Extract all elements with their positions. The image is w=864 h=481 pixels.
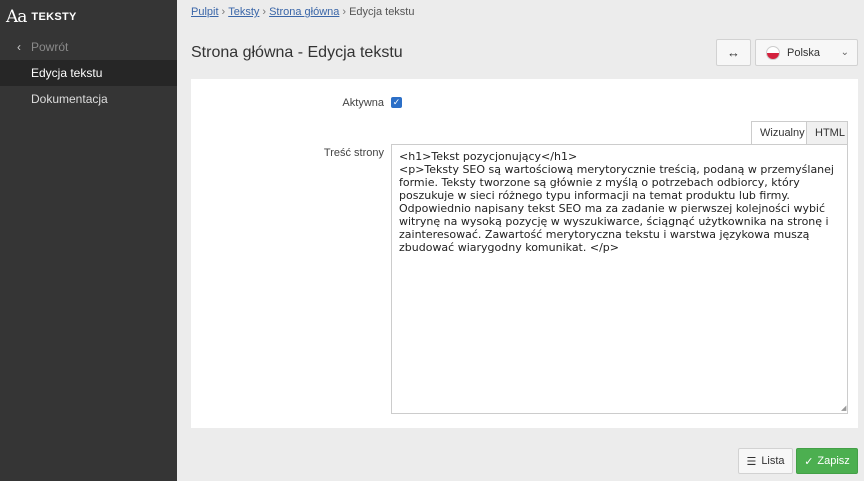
content-textarea[interactable]: <h1>Tekst pozycjonujący</h1> <p>Teksty S… [391, 144, 848, 414]
list-icon: ☰ [746, 455, 757, 468]
breadcrumb-separator: › [221, 6, 226, 18]
breadcrumb-link-pulpit[interactable]: Pulpit [191, 6, 219, 18]
check-icon: ✓ [804, 455, 814, 468]
chevron-left-icon: ‹ [17, 40, 21, 54]
active-checkbox[interactable]: ✓ [391, 97, 402, 108]
breadcrumb-link-strona-glowna[interactable]: Strona główna [269, 6, 339, 18]
brand[interactable]: Aa TEKSTY [0, 0, 177, 33]
breadcrumb: Pulpit › Teksty › Strona główna › Edycja tekst… [191, 6, 414, 18]
breadcrumb-separator: › [342, 6, 347, 18]
breadcrumb-link-teksty[interactable]: Teksty [228, 6, 259, 18]
sidebar-back-link[interactable]: ‹ Powrót [0, 34, 177, 60]
sidebar: Aa TEKSTY ‹ Powrót Edycja tekstu Dokumen… [0, 0, 177, 481]
save-button-label: Zapisz [817, 455, 850, 467]
poland-flag-icon [766, 45, 780, 60]
chevron-down-icon: ⌄ [840, 47, 849, 58]
sidebar-item-edycja-tekstu[interactable]: Edycja tekstu [0, 60, 177, 86]
tab-html[interactable]: HTML [806, 121, 848, 144]
breadcrumb-separator: › [262, 6, 267, 18]
sidebar-back-label: Powrót [31, 40, 69, 54]
active-label: Aktywna [342, 97, 384, 109]
list-button[interactable]: ☰ Lista [738, 448, 793, 474]
sidebar-item-label: Edycja tekstu [31, 66, 103, 80]
language-select[interactable]: Polska ⌄ [755, 39, 858, 66]
tab-visual[interactable]: Wizualny [751, 121, 807, 144]
toggle-width-button[interactable]: ↔ [716, 39, 751, 66]
page-title: Strona główna - Edycja tekstu [191, 44, 403, 61]
app-name: TEKSTY [31, 10, 77, 23]
breadcrumb-current: Edycja tekstu [349, 6, 415, 18]
content-label: Treść strony [323, 147, 384, 159]
save-button[interactable]: ✓ Zapisz [796, 448, 858, 474]
check-icon: ✓ [392, 97, 401, 107]
resize-handle-icon[interactable]: ◢ [841, 405, 847, 412]
sidebar-item-label: Dokumentacja [31, 92, 108, 106]
language-label: Polska [787, 46, 821, 59]
sidebar-item-dokumentacja[interactable]: Dokumentacja [0, 86, 177, 112]
logo-icon: Aa [6, 6, 27, 27]
arrows-horizontal-icon: ↔ [727, 45, 740, 60]
list-button-label: Lista [761, 455, 785, 467]
